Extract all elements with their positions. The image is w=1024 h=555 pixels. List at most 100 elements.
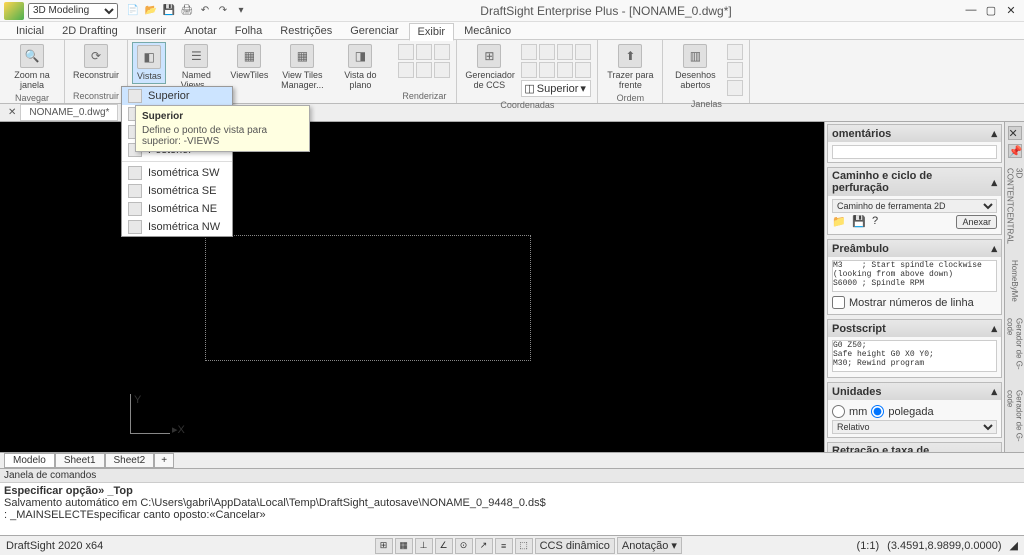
ccs-small-1[interactable] xyxy=(521,44,537,60)
named-views-button[interactable]: ☰Named Views... xyxy=(168,42,224,92)
help-icon[interactable]: ? xyxy=(872,215,888,229)
ccs-small-2[interactable] xyxy=(539,44,555,60)
workspace-selector[interactable]: 3D Modeling xyxy=(28,3,118,19)
ccs-manager-button[interactable]: ⊞Gerenciador de CCS xyxy=(461,42,517,92)
rail-close-icon[interactable]: ✕ xyxy=(1008,126,1022,140)
snap-toggle[interactable]: ⊞ xyxy=(375,538,393,554)
line-numbers-checkbox[interactable] xyxy=(832,296,845,309)
maximize-button[interactable]: ▢ xyxy=(984,4,998,17)
tab-inserir[interactable]: Inserir xyxy=(128,23,175,39)
render-style-5[interactable] xyxy=(416,62,432,78)
folder-icon[interactable]: 📁 xyxy=(832,215,848,229)
tab-folha[interactable]: Folha xyxy=(227,23,271,39)
view-iso-se[interactable]: Isométrica SE xyxy=(122,182,232,200)
tab-2d-drafting[interactable]: 2D Drafting xyxy=(54,23,126,39)
window-small-1[interactable] xyxy=(727,44,743,60)
view-iso-sw[interactable]: Isométrica SW xyxy=(122,164,232,182)
tab-anotar[interactable]: Anotar xyxy=(176,23,224,39)
save-icon[interactable]: 💾 xyxy=(852,215,868,229)
qat-save-icon[interactable]: 💾 xyxy=(162,4,176,18)
ccs-superior-dropdown[interactable]: ◫Superior▾ xyxy=(521,80,591,97)
panel-comentarios-head[interactable]: omentários▴ xyxy=(828,125,1001,142)
add-sheet-button[interactable]: + xyxy=(154,453,174,468)
postscript-textarea[interactable] xyxy=(832,340,997,372)
vistas-button[interactable]: ◧Vistas xyxy=(132,42,166,84)
close-button[interactable]: ✕ xyxy=(1004,4,1018,17)
window-small-2[interactable] xyxy=(727,62,743,78)
tab-sheet2[interactable]: Sheet2 xyxy=(105,453,155,468)
tab-modelo[interactable]: Modelo xyxy=(4,453,55,468)
etrack-toggle[interactable]: ↗ xyxy=(475,538,493,554)
rebuild-icon: ⟳ xyxy=(84,44,108,68)
ccs-icon: ⊞ xyxy=(477,44,501,68)
rail-tab-3dcc[interactable]: 3D CONTENTCENTRAL xyxy=(1006,168,1024,244)
view-iso-nw[interactable]: Isométrica NW xyxy=(122,218,232,236)
ccs-small-8[interactable] xyxy=(575,62,591,78)
grid-toggle[interactable]: ▦ xyxy=(395,538,413,554)
qi-toggle[interactable]: ⬚ xyxy=(515,538,533,554)
rail-tab-gcode1[interactable]: Gerador de G-code xyxy=(1006,318,1024,374)
polar-toggle[interactable]: ∠ xyxy=(435,538,453,554)
group-renderizar-label: Renderizar xyxy=(402,90,446,101)
panel-unidades-head[interactable]: Unidades▴ xyxy=(828,383,1001,400)
dynamic-ccs-toggle[interactable]: CCS dinâmico xyxy=(535,538,615,554)
unit-inch-radio[interactable] xyxy=(871,405,884,418)
esnap-toggle[interactable]: ⊙ xyxy=(455,538,473,554)
tab-exibir[interactable]: Exibir xyxy=(409,23,455,41)
panel-postscript-head[interactable]: Postscript▴ xyxy=(828,320,1001,337)
tab-inicial[interactable]: Inicial xyxy=(8,23,52,39)
toolpath-select[interactable]: Caminho de ferramenta 2D xyxy=(832,199,997,213)
plan-view-button[interactable]: ◨Vista do plano xyxy=(332,42,388,92)
view-icon xyxy=(128,202,142,216)
qat-open-icon[interactable]: 📂 xyxy=(144,4,158,18)
status-corner-icon[interactable]: ◢ xyxy=(1010,539,1018,552)
view-iso-ne[interactable]: Isométrica NE xyxy=(122,200,232,218)
viewtiles-manager-button[interactable]: ▦View Tiles Manager... xyxy=(274,42,330,92)
ccs-small-4[interactable] xyxy=(575,44,591,60)
annotation-toggle[interactable]: Anotação ▾ xyxy=(617,537,682,554)
rail-tab-gcode2[interactable]: Gerador de G-code xyxy=(1006,390,1024,446)
panel-preambulo-head[interactable]: Preâmbulo▴ xyxy=(828,240,1001,257)
qat-new-icon[interactable]: 📄 xyxy=(126,4,140,18)
render-style-1[interactable] xyxy=(398,44,414,60)
qat-redo-icon[interactable]: ↷ xyxy=(216,4,230,18)
open-drawings-button[interactable]: ▥Desenhos abertos xyxy=(667,42,723,92)
rail-pin-icon[interactable]: 📌 xyxy=(1008,144,1022,158)
render-style-3[interactable] xyxy=(434,44,450,60)
panel-caminho-head[interactable]: Caminho e ciclo de perfuração▴ xyxy=(828,168,1001,196)
viewtiles-button[interactable]: ▦ViewTiles xyxy=(226,42,272,82)
tab-mecanico[interactable]: Mecânico xyxy=(456,23,519,39)
lwt-toggle[interactable]: ≡ xyxy=(495,538,513,554)
zoom-window-button[interactable]: 🔍Zoom na janela xyxy=(4,42,60,92)
render-style-4[interactable] xyxy=(398,62,414,78)
render-style-2[interactable] xyxy=(416,44,432,60)
ccs-small-5[interactable] xyxy=(521,62,537,78)
tab-restricoes[interactable]: Restrições xyxy=(272,23,340,39)
qat-print-icon[interactable]: 🖨 xyxy=(180,4,194,18)
rail-tab-homebyme[interactable]: HomeByMe xyxy=(1010,260,1019,302)
preambulo-textarea[interactable] xyxy=(832,260,997,292)
panel-retracao-head[interactable]: Retração e taxa de alimentação▴ xyxy=(828,443,1001,452)
rebuild-button[interactable]: ⟳Reconstruir xyxy=(69,42,123,82)
ortho-toggle[interactable]: ⊥ xyxy=(415,538,433,554)
ccs-small-3[interactable] xyxy=(557,44,573,60)
comentarios-input[interactable] xyxy=(832,145,997,159)
doc-tab-close-icon[interactable]: ✕ xyxy=(6,107,18,118)
ccs-small-6[interactable] xyxy=(539,62,555,78)
anexar-button[interactable]: Anexar xyxy=(956,215,997,229)
bring-front-button[interactable]: ⬆Trazer para frente xyxy=(602,42,658,92)
relative-select[interactable]: Relativo xyxy=(832,420,997,434)
view-icon xyxy=(128,89,142,103)
tab-gerenciar[interactable]: Gerenciar xyxy=(342,23,406,39)
unit-mm-radio[interactable] xyxy=(832,405,845,418)
tab-sheet1[interactable]: Sheet1 xyxy=(55,453,105,468)
render-style-6[interactable] xyxy=(434,62,450,78)
command-output[interactable]: Especificar opção» _Top Salvamento autom… xyxy=(0,483,1024,535)
view-superior[interactable]: Superior xyxy=(122,87,232,105)
document-tab[interactable]: NONAME_0.dwg* xyxy=(20,104,118,121)
qat-undo-icon[interactable]: ↶ xyxy=(198,4,212,18)
ccs-small-7[interactable] xyxy=(557,62,573,78)
qat-more-icon[interactable]: ▾ xyxy=(234,4,248,18)
minimize-button[interactable]: — xyxy=(964,4,978,17)
window-small-3[interactable] xyxy=(727,80,743,96)
